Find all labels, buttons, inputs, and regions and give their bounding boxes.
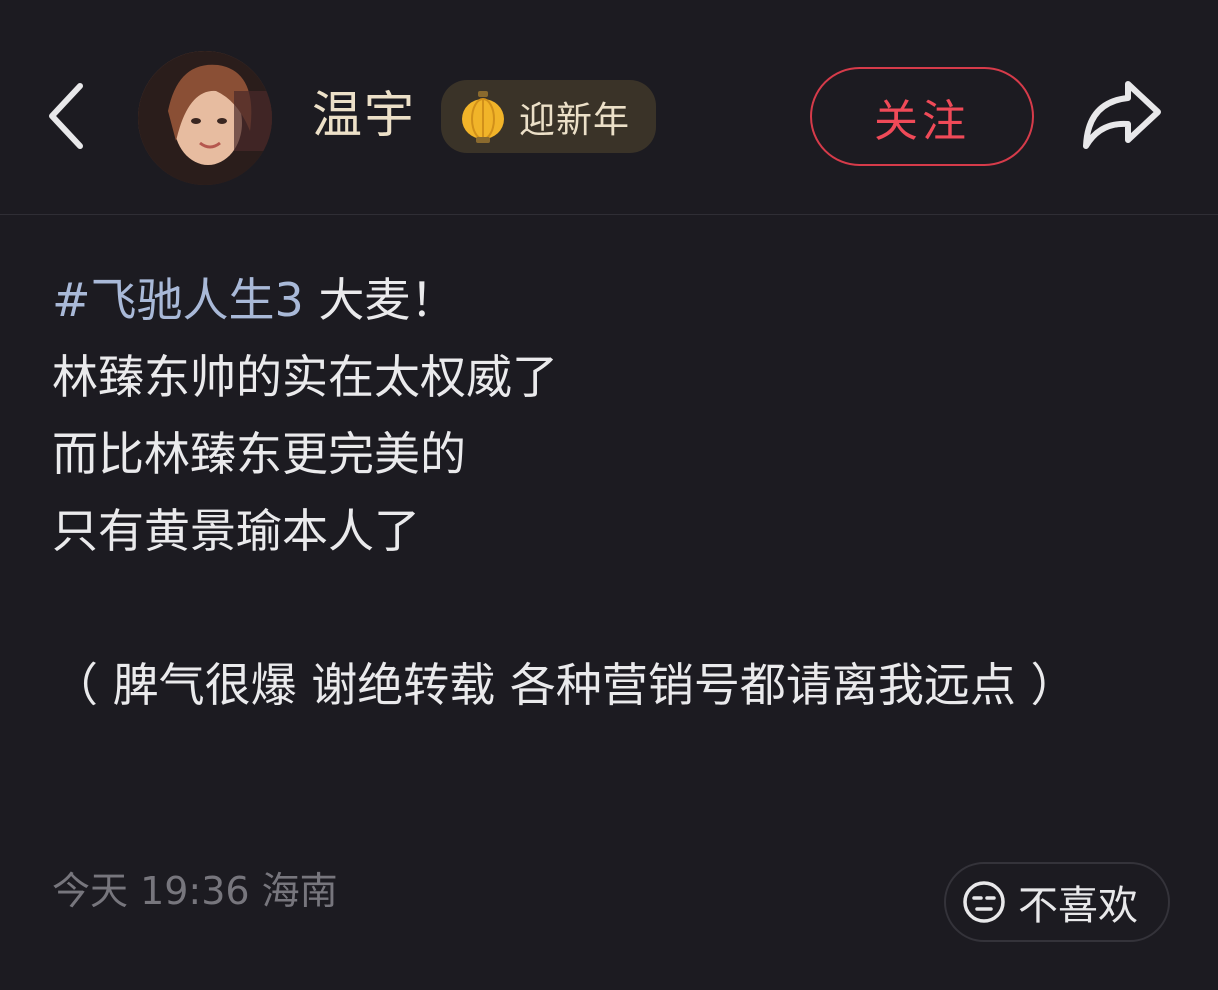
- share-arrow-icon: [1083, 81, 1161, 149]
- post-line-1-text: 大麦！: [303, 273, 457, 327]
- post-time-location: 今天 19:36 海南: [52, 869, 338, 913]
- username[interactable]: 温宇: [312, 80, 416, 150]
- dislike-label: 不喜欢: [1018, 883, 1138, 929]
- back-button[interactable]: [40, 78, 100, 154]
- share-button[interactable]: [1078, 76, 1164, 154]
- post-line-2: 林臻东帅的实在太权威了: [52, 350, 558, 404]
- post-line-1: #飞驰人生3 大麦！: [52, 262, 1172, 339]
- follow-button[interactable]: 关注: [810, 67, 1034, 166]
- header-bar: 温宇 迎新年 关注: [0, 0, 1218, 214]
- avatar-image: [138, 51, 272, 185]
- badge-label: 迎新年: [519, 99, 631, 141]
- post-line-4: 只有黄景瑜本人了: [52, 504, 420, 558]
- chevron-left-icon: [49, 83, 83, 149]
- post-content: #飞驰人生3 大麦！ 林臻东帅的实在太权威了 而比林臻东更完美的 只有黄景瑜本人…: [52, 262, 1172, 724]
- header-divider: [0, 214, 1218, 215]
- hashtag-link[interactable]: #飞驰人生3: [52, 273, 304, 327]
- new-year-badge[interactable]: 迎新年: [441, 80, 656, 153]
- lantern-icon: [462, 90, 504, 143]
- post-note: （ 脾气很爆 谢绝转载 各种营销号都请离我远点 ）: [52, 658, 1077, 712]
- avatar[interactable]: [138, 51, 272, 185]
- post-line-3: 而比林臻东更完美的: [52, 427, 466, 481]
- post-detail-page: 温宇 迎新年 关注 #飞驰人生3 大麦！ 林臻东帅的实在太权威了 而比林臻东更完…: [0, 0, 1218, 990]
- dislike-button[interactable]: 不喜欢: [944, 862, 1170, 942]
- neutral-face-icon: [963, 881, 1005, 923]
